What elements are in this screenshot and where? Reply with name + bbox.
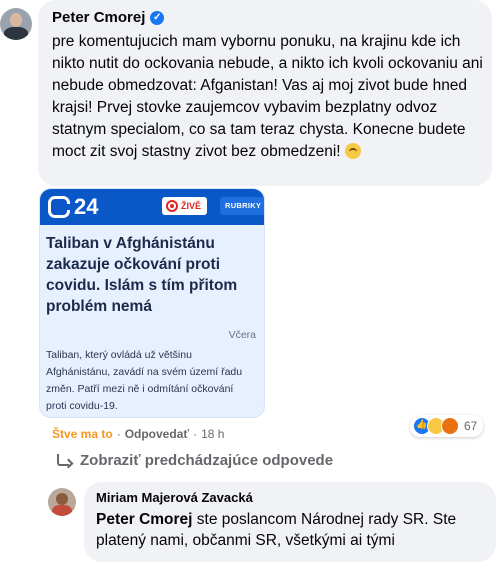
verified-badge-icon: ✓ xyxy=(150,10,165,25)
reply-author-name[interactable]: Miriam Majerová Zavacká xyxy=(96,490,253,505)
reply-text: Peter Cmorej ste poslancom Národnej rady… xyxy=(96,509,480,551)
separator: · xyxy=(116,427,121,441)
reaction-count: 67 xyxy=(464,419,478,433)
separator: · xyxy=(193,427,198,441)
author-avatar[interactable] xyxy=(0,8,32,40)
angry-reaction-icon xyxy=(441,417,459,435)
live-icon xyxy=(166,200,178,212)
live-label: ŽIVĚ xyxy=(181,201,202,211)
reply-action-button[interactable]: Odpovedať xyxy=(125,427,189,441)
card-header: 24 ŽIVĚ RUBRIKY xyxy=(40,189,264,225)
comment-author-row: Peter Cmorej ✓ xyxy=(52,9,165,26)
comment-timestamp[interactable]: 18 h xyxy=(201,427,224,441)
reply-arrow-icon xyxy=(56,453,72,469)
reactions-summary[interactable]: 67 xyxy=(410,415,484,437)
comment-actions: Štve ma to · Odpovedať · 18 h xyxy=(52,427,224,441)
reply-author-avatar[interactable] xyxy=(48,488,76,516)
ct24-logo: 24 xyxy=(48,195,98,219)
comment-body: pre komentujucich mam vybornu ponuku, na… xyxy=(52,33,483,160)
ct-logo-icon xyxy=(48,196,71,218)
upside-down-face-emoji-icon xyxy=(344,143,361,159)
reply-mention-link[interactable]: Peter Cmorej xyxy=(96,511,192,528)
view-previous-label[interactable]: Zobraziť predchádzajúce odpovede xyxy=(80,452,333,469)
rubriky-button[interactable]: RUBRIKY xyxy=(220,197,264,215)
comment-author-name[interactable]: Peter Cmorej xyxy=(52,9,145,26)
view-previous-replies[interactable]: Zobraziť predchádzajúce odpovede xyxy=(56,452,333,469)
live-button[interactable]: ŽIVĚ xyxy=(162,197,208,215)
ct-logo-text: 24 xyxy=(74,194,99,219)
link-preview-card[interactable]: 24 ŽIVĚ RUBRIKY Taliban v Afghánistánu z… xyxy=(39,188,265,418)
card-summary: Taliban, který ovládá už většinu Afgháni… xyxy=(46,349,243,412)
card-date: Včera xyxy=(228,329,256,341)
card-headline[interactable]: Taliban v Afghánistánu zakazuje očkování… xyxy=(46,233,256,317)
like-action-button[interactable]: Štve ma to xyxy=(52,427,113,441)
comment-text: pre komentujucich mam vybornu ponuku, na… xyxy=(52,31,484,163)
